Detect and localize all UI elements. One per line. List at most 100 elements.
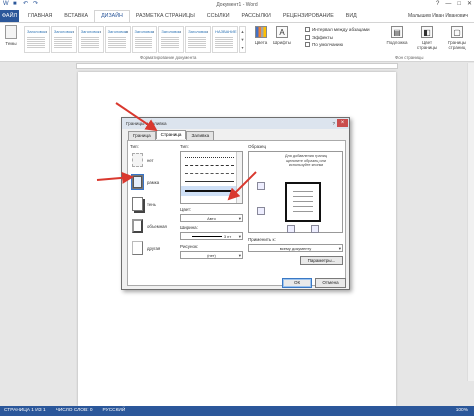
right-border-toggle[interactable] [311, 225, 319, 233]
style-column: Тип: Цвет: Авто Ширина: 3 пт Рисунок: (н… [180, 144, 244, 284]
ribbon-tab-list: ГЛАВНАЯ ВСТАВКА ДИЗАЙН РАЗМЕТКА СТРАНИЦЫ… [22, 10, 363, 22]
style-set-title: НАЗВАНИЕ [215, 29, 237, 34]
page-count[interactable]: СТРАНИЦА 1 ИЗ 1 [4, 406, 46, 416]
style-set-item[interactable]: Заголовок [185, 26, 212, 53]
dialog-title: Границы и заливка [126, 121, 167, 126]
watermark-button[interactable]: ▤ Подложка [385, 26, 409, 50]
tab-shading[interactable]: Заливка [186, 131, 215, 140]
border-custom-icon [132, 241, 143, 255]
style-set-item[interactable]: Заголовок [104, 26, 131, 53]
style-set-item[interactable]: Заголовок [77, 26, 104, 53]
bottom-border-toggle[interactable] [257, 207, 265, 215]
tab-mailings[interactable]: РАССЫЛКИ [236, 10, 277, 22]
paragraph-spacing-option[interactable]: Интервал между абзацами [305, 26, 370, 34]
setting-none[interactable]: нет [132, 152, 172, 170]
line-style-dashed[interactable] [185, 165, 234, 166]
apply-to-select[interactable]: всему документу [248, 244, 343, 252]
zoom-level[interactable]: 100% [456, 406, 468, 416]
maximize-button[interactable]: □ [457, 0, 461, 9]
tab-view[interactable]: ВИД [340, 10, 363, 22]
line-style-list[interactable] [180, 151, 243, 204]
language[interactable]: РУССКИЙ [103, 406, 126, 416]
page-color-button[interactable]: ◧ Цвет страницы [415, 26, 439, 50]
effects-label: Эффекты [312, 34, 333, 40]
width-value: 3 пт [223, 234, 232, 239]
colors-label: Цвета [254, 40, 268, 45]
page-borders-button[interactable]: ▢ Границы страниц [445, 26, 469, 50]
fonts-button[interactable]: A Шрифты [273, 26, 291, 45]
top-border-toggle[interactable] [257, 182, 265, 190]
tab-insert[interactable]: ВСТАВКА [58, 10, 94, 22]
dialog-close-button[interactable]: × [337, 119, 348, 127]
setting-custom[interactable]: другая [132, 240, 172, 258]
tab-design[interactable]: ДИЗАЙН [94, 10, 130, 22]
line-style-dash-dot[interactable] [185, 173, 234, 174]
chevron-up-icon[interactable]: ▲ [241, 29, 245, 34]
setting-none-label: нет [147, 158, 154, 163]
preview-box[interactable]: Для добавления границ щелкните образец и… [248, 151, 343, 233]
horizontal-ruler[interactable] [76, 63, 398, 69]
setting-shadow[interactable]: тень [132, 196, 172, 214]
setting-box[interactable]: рамка [131, 174, 172, 192]
setting-column: Тип: нет рамка тень объемная другая [130, 144, 175, 284]
word-window: W ■ ↶ ↷ Документ1 - Word ? — □ ✕ ФАЙЛ ГЛ… [0, 0, 474, 416]
effects-option[interactable]: Эффекты [305, 34, 370, 42]
set-default-label: По умолчанию [312, 42, 344, 47]
cancel-button[interactable]: Отмена [315, 278, 346, 288]
line-style-dotted[interactable] [185, 157, 234, 158]
border-3d-icon [132, 219, 143, 233]
ok-button[interactable]: ОК [282, 278, 312, 288]
paragraph-options: Интервал между абзацами Эффекты По умолч… [305, 26, 370, 49]
tab-home[interactable]: ГЛАВНАЯ [22, 10, 58, 22]
spacing-icon [305, 27, 310, 33]
line-style-thin[interactable] [185, 181, 234, 182]
tab-layout[interactable]: РАЗМЕТКА СТРАНИЦЫ [130, 10, 201, 22]
set-default-option[interactable]: По умолчанию [305, 41, 370, 49]
tab-file[interactable]: ФАЙЛ [0, 10, 19, 22]
color-select[interactable]: Авто [180, 214, 243, 222]
left-border-toggle[interactable] [287, 225, 295, 233]
style-set-item[interactable]: Заголовок [158, 26, 185, 53]
dialog-body: Тип: нет рамка тень объемная другая Тип:… [127, 140, 346, 286]
tab-page-border[interactable]: Страница [155, 130, 187, 139]
colors-button[interactable]: Цвета [252, 26, 270, 45]
user-name[interactable]: Малышев Иван Иванович [408, 10, 468, 22]
width-select[interactable]: 3 пт [180, 232, 243, 240]
checkmark-icon [305, 42, 310, 48]
themes-button[interactable]: Темы [2, 25, 20, 51]
page-border-icon: ▢ [451, 26, 463, 38]
watermark-label: Подложка [386, 40, 408, 45]
word-count[interactable]: ЧИСЛО СЛОВ: 0 [56, 406, 93, 416]
style-set-item[interactable]: НАЗВАНИЕ [212, 26, 238, 53]
width-label: Ширина: [180, 225, 198, 230]
options-button[interactable]: Параметры... [300, 256, 343, 265]
color-value: Авто [207, 216, 216, 221]
dialog-tabs: Граница Страница Заливка [128, 130, 215, 140]
chevron-down-icon[interactable]: ▼ [241, 37, 245, 42]
line-style-thick[interactable] [181, 186, 238, 196]
help-button[interactable]: ? [436, 0, 439, 9]
style-set-title: Заголовок [134, 29, 154, 34]
watermark-icon: ▤ [391, 26, 403, 38]
more-icon[interactable]: ▾ [241, 45, 243, 50]
art-label: Рисунок: [180, 244, 199, 249]
setting-box-label: рамка [147, 180, 160, 185]
minimize-button[interactable]: — [445, 0, 451, 9]
style-set-item[interactable]: Заголовок [131, 26, 158, 53]
style-set-title: Заголовок [53, 29, 73, 34]
help-icon[interactable]: ? [332, 118, 335, 129]
art-select[interactable]: (нет) [180, 251, 243, 259]
gallery-scroll[interactable]: ▲ ▼ ▾ [239, 26, 246, 53]
close-button[interactable]: ✕ [467, 0, 472, 9]
tab-references[interactable]: ССЫЛКИ [201, 10, 236, 22]
line-width-swatch [191, 236, 222, 238]
tab-review[interactable]: РЕЦЕНЗИРОВАНИЕ [277, 10, 340, 22]
style-set-item[interactable]: Заголовок [24, 26, 50, 53]
tab-borders[interactable]: Граница [128, 131, 156, 140]
window-controls: ? — □ ✕ [436, 0, 472, 9]
style-set-title: Заголовок [27, 29, 46, 34]
vertical-scrollbar[interactable] [467, 63, 474, 381]
setting-3d[interactable]: объемная [132, 218, 172, 236]
style-set-item[interactable]: Заголовок [50, 26, 77, 53]
line-style-scrollbar[interactable] [236, 152, 242, 203]
